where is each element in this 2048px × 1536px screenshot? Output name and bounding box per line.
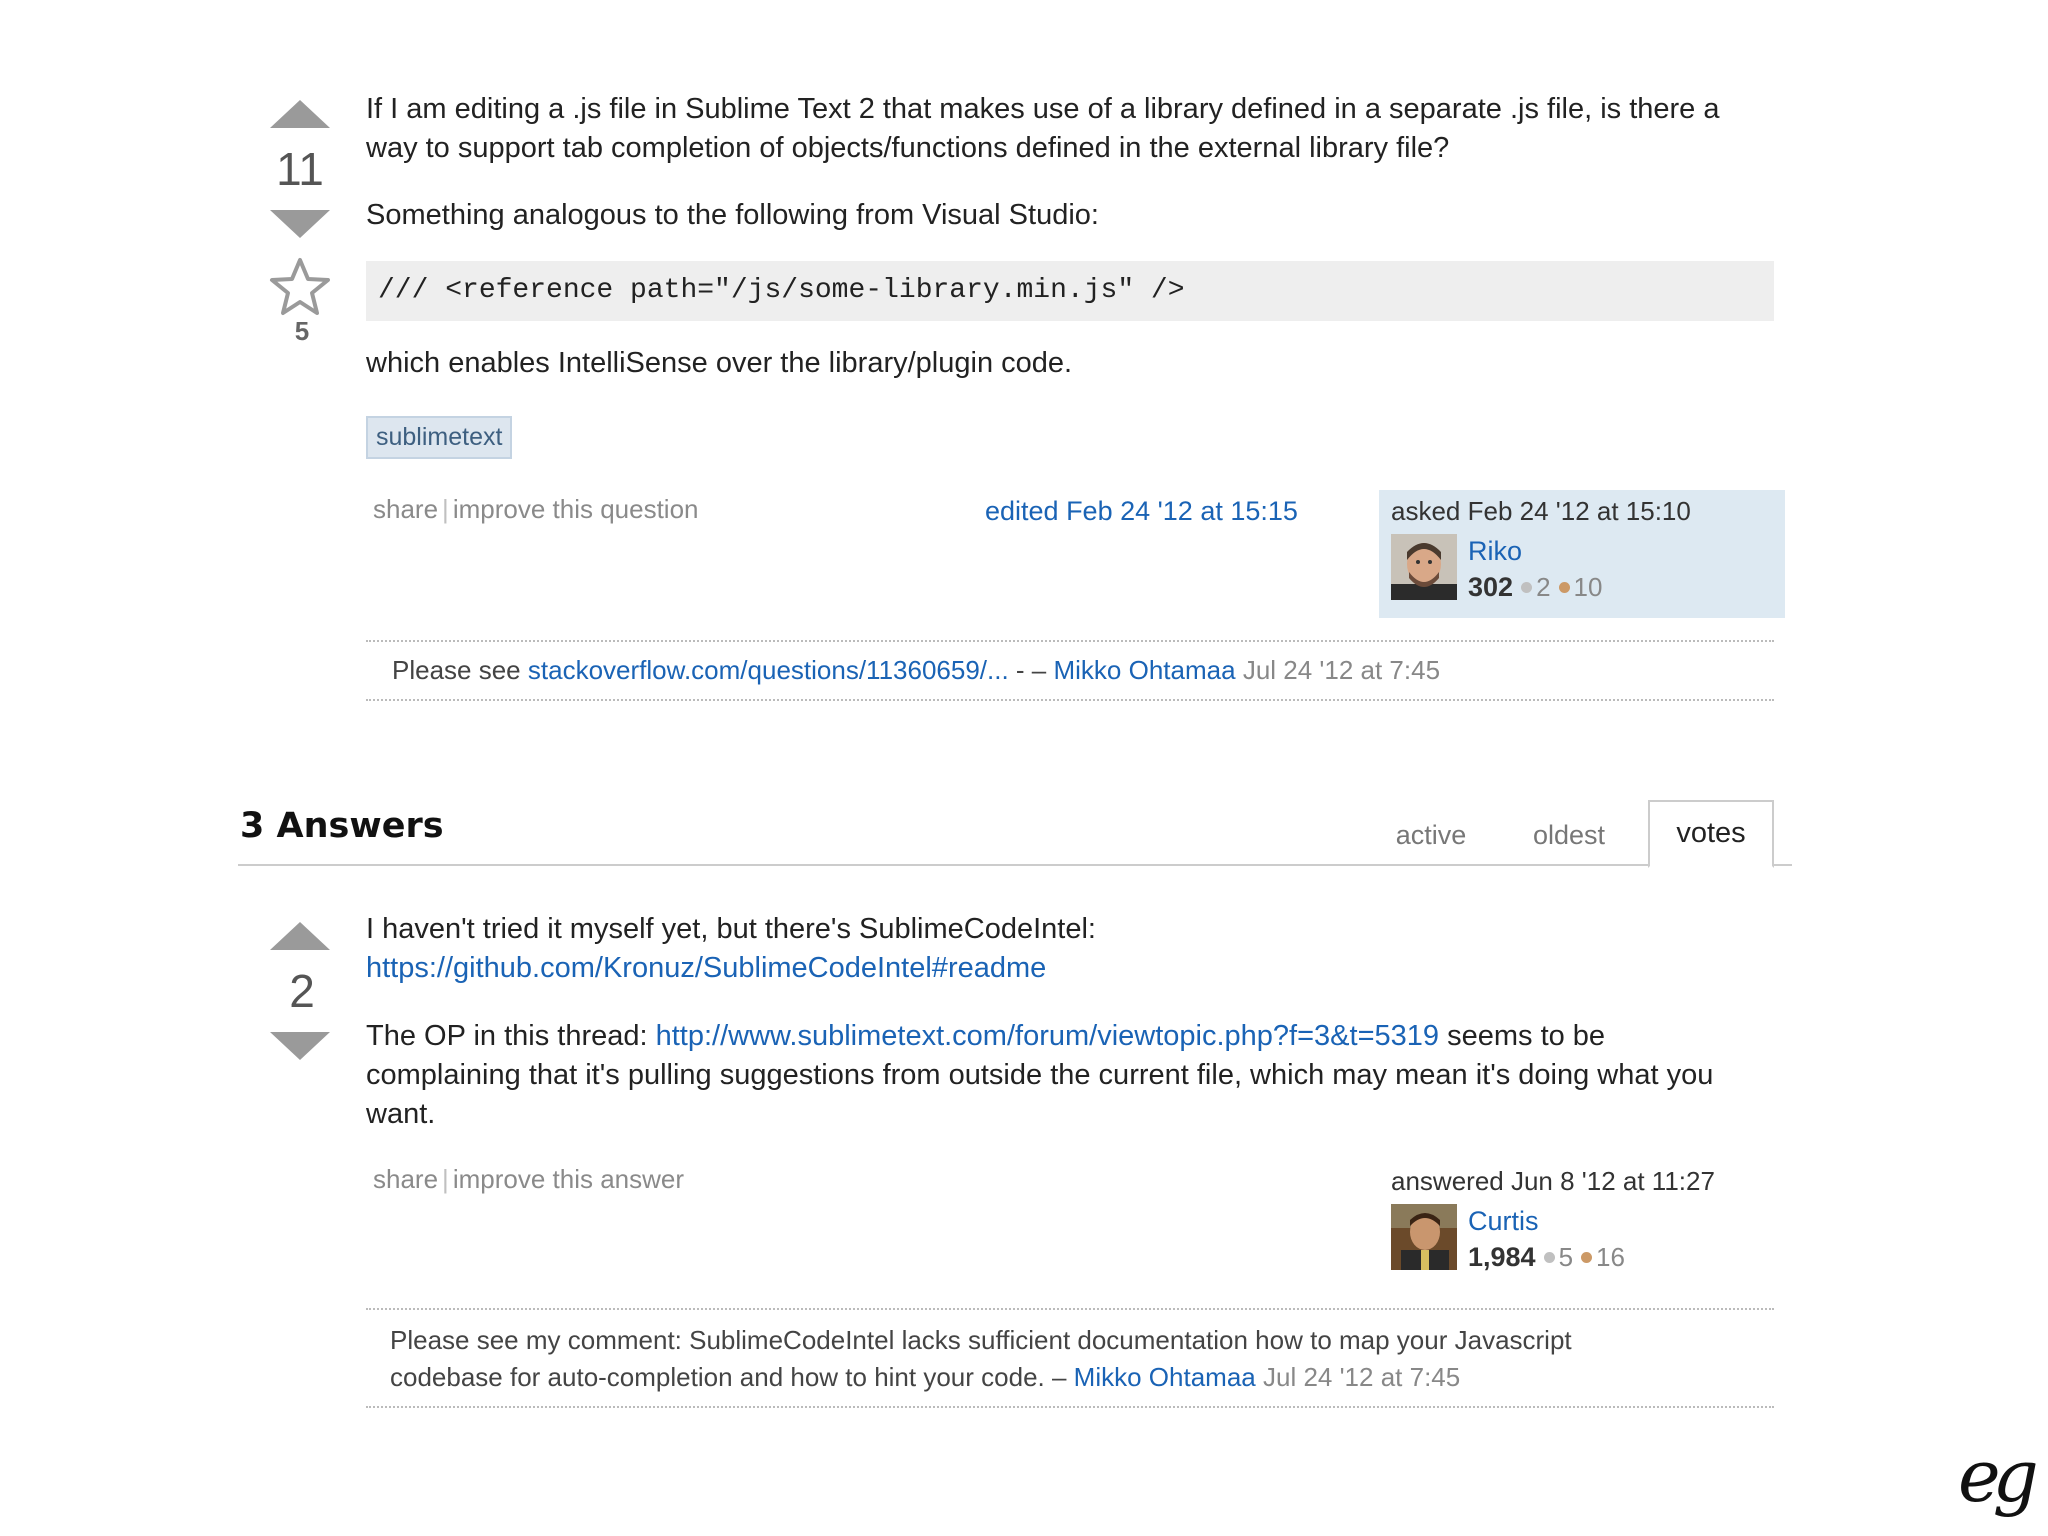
question-paragraph-2: Something analogous to the following fro…: [366, 199, 1099, 231]
answerer-card: answered Jun 8 '12 at 11:27 Curtis 1,984…: [1379, 1160, 1785, 1288]
menu-separator: |: [442, 1164, 449, 1194]
answers-count-title: 3 Answers: [240, 806, 444, 846]
silver-badge-icon: [1521, 582, 1533, 594]
share-link[interactable]: share: [373, 1164, 438, 1194]
silver-badge-count: 5: [1558, 1242, 1574, 1272]
tab-active[interactable]: active: [1380, 820, 1482, 851]
tag-sublimetext[interactable]: sublimetext: [366, 416, 513, 459]
answered-timestamp: answered Jun 8 '12 at 11:27: [1391, 1166, 1715, 1196]
favorite-count: 5: [294, 316, 310, 346]
avatar[interactable]: [1391, 1204, 1457, 1270]
answers-header-rule: [238, 864, 1792, 866]
answerer-reputation: 1,984 5 16: [1468, 1242, 1625, 1273]
question-vote-down-icon[interactable]: [270, 210, 330, 238]
tab-votes[interactable]: votes: [1648, 800, 1774, 868]
comment-divider-bottom: [366, 699, 1774, 701]
improve-question-link[interactable]: improve this question: [453, 494, 699, 524]
answer-vote-down-icon[interactable]: [270, 1032, 330, 1060]
question-paragraph-1: If I am editing a .js file in Sublime Te…: [366, 93, 1720, 164]
reputation-score: 302: [1468, 572, 1514, 602]
comment-prefix: Please see: [392, 655, 521, 685]
answer-comment-line-2: codebase for auto-completion and how to …: [390, 1359, 1770, 1396]
comment-text: codebase for auto-completion and how to …: [390, 1362, 1067, 1392]
p2-prefix: The OP in this thread:: [366, 1020, 648, 1052]
question-comment: Please see stackoverflow.com/questions/1…: [392, 652, 1762, 689]
sublimecodeintel-link[interactable]: https://github.com/Kronuz/SublimeCodeInt…: [366, 952, 1046, 984]
comment-date: Jul 24 '12 at 7:45: [1262, 1362, 1461, 1392]
asked-timestamp: asked Feb 24 '12 at 15:10: [1391, 496, 1691, 526]
reputation-score: 1,984: [1468, 1242, 1536, 1272]
question-paragraph-3: which enables IntelliSense over the libr…: [366, 347, 1073, 379]
answer-line-1: I haven't tried it myself yet, but there…: [366, 913, 1096, 945]
menu-separator: |: [442, 494, 449, 524]
tab-oldest[interactable]: oldest: [1518, 820, 1620, 851]
improve-answer-link[interactable]: improve this answer: [453, 1164, 684, 1194]
code-block: /// <reference path="/js/some-library.mi…: [366, 261, 1774, 321]
comment-dash: - –: [1015, 655, 1047, 685]
asker-name-link[interactable]: Riko: [1468, 536, 1522, 567]
silver-badge-icon: [1543, 1252, 1555, 1264]
comment-divider: [366, 1308, 1774, 1310]
asker-reputation: 302 2 10: [1468, 572, 1602, 603]
bronze-badge-icon: [1581, 1252, 1593, 1264]
bronze-badge-icon: [1558, 582, 1570, 594]
silver-badge-count: 2: [1536, 572, 1551, 602]
comment-author-link[interactable]: Mikko Ohtamaa: [1054, 655, 1236, 685]
answer-comment: Please see my comment: SublimeCodeIntel …: [390, 1322, 1770, 1396]
comment-divider-bottom: [366, 1406, 1774, 1408]
answer-p2-line-3: want.: [366, 1098, 436, 1130]
bronze-badge-count: 16: [1596, 1242, 1625, 1272]
comment-divider: [366, 640, 1774, 642]
asker-card: asked Feb 24 '12 at 15:10 Riko 302 2 10: [1379, 490, 1785, 618]
share-link[interactable]: share: [373, 494, 438, 524]
avatar[interactable]: [1391, 534, 1457, 600]
watermark-logo: eg: [1958, 1434, 2039, 1518]
answerer-name-link[interactable]: Curtis: [1468, 1206, 1539, 1237]
answer-p2-line-2: complaining that it's pulling suggestion…: [366, 1059, 1714, 1091]
question-post-menu: share | improve this question: [373, 494, 699, 525]
answer-vote-up-icon[interactable]: [270, 922, 330, 950]
answer-paragraph-2: The OP in this thread: http://www.sublim…: [366, 1017, 1786, 1134]
question-vote-count: 11: [276, 143, 324, 195]
answer-comment-line-1: Please see my comment: SublimeCodeIntel …: [390, 1325, 1572, 1355]
favorite-star-icon[interactable]: [268, 256, 332, 316]
p2-suffix: seems to be: [1447, 1020, 1606, 1052]
answer-link-line: https://github.com/Kronuz/SublimeCodeInt…: [366, 949, 1766, 988]
bronze-badge-count: 10: [1573, 572, 1603, 602]
forum-thread-link[interactable]: http://www.sublimetext.com/forum/viewtop…: [656, 1020, 1439, 1052]
comment-author-link[interactable]: Mikko Ohtamaa: [1074, 1362, 1256, 1392]
answer-post-menu: share | improve this answer: [373, 1164, 684, 1195]
code-text: /// <reference path="/js/some-library.mi…: [378, 275, 1185, 306]
edited-timestamp-link[interactable]: edited Feb 24 '12 at 15:15: [985, 496, 1298, 527]
comment-link[interactable]: stackoverflow.com/questions/11360659/...: [528, 655, 1009, 685]
comment-date: Jul 24 '12 at 7:45: [1242, 655, 1441, 685]
question-vote-up-icon[interactable]: [270, 100, 330, 128]
answer-vote-count: 2: [289, 965, 315, 1017]
answer-p2-line-1: The OP in this thread: http://www.sublim…: [366, 1017, 1786, 1056]
